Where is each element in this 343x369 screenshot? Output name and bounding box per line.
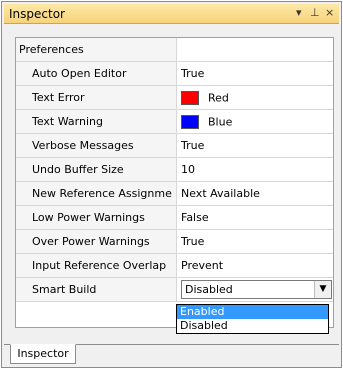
property-value[interactable]: True: [177, 230, 333, 253]
property-row-undo-buffer-size[interactable]: Undo Buffer Size 10: [16, 158, 333, 182]
color-swatch-blue: [181, 115, 199, 129]
color-label: Blue: [208, 115, 233, 129]
property-name: Verbose Messages: [16, 134, 177, 157]
property-value[interactable]: False: [177, 206, 333, 229]
property-row-input-reference-overlap[interactable]: Input Reference Overlap Prevent: [16, 254, 333, 278]
property-name: Smart Build: [16, 278, 177, 301]
color-swatch-red: [181, 91, 199, 105]
property-grid: Preferences Auto Open Editor True Text E…: [15, 37, 334, 328]
pin-icon[interactable]: ⊥: [310, 6, 320, 20]
chevron-down-icon[interactable]: ▼: [314, 281, 331, 298]
category-label: Preferences: [16, 38, 177, 61]
property-name: New Reference Assignme: [16, 182, 177, 205]
category-row-preferences[interactable]: Preferences: [16, 38, 333, 62]
tab-strip: Inspector: [4, 344, 339, 366]
property-row-text-error[interactable]: Text Error Red: [16, 86, 333, 110]
property-name: Undo Buffer Size: [16, 158, 177, 181]
smart-build-dropdown-list: Enabled Disabled: [176, 304, 329, 334]
property-name: Input Reference Overlap: [16, 254, 177, 277]
dropdown-option-disabled[interactable]: Disabled: [177, 319, 328, 333]
category-value: [177, 38, 333, 61]
dropdown-arrow-icon[interactable]: ▾: [296, 6, 302, 20]
property-value[interactable]: Next Available: [177, 182, 333, 205]
property-value-color[interactable]: Blue: [177, 110, 333, 133]
combo-selected-value: Disabled: [185, 283, 233, 296]
close-icon[interactable]: ×: [325, 6, 334, 20]
smart-build-combo[interactable]: Disabled ▼: [181, 280, 332, 299]
property-name: Text Warning: [16, 110, 177, 133]
tab-inspector[interactable]: Inspector: [10, 344, 76, 364]
property-value[interactable]: True: [177, 62, 333, 85]
property-row-new-reference-assignment[interactable]: New Reference Assignme Next Available: [16, 182, 333, 206]
dropdown-option-enabled[interactable]: Enabled: [177, 305, 328, 319]
panel-title: Inspector: [9, 7, 65, 21]
property-row-over-power-warnings[interactable]: Over Power Warnings True: [16, 230, 333, 254]
property-row-verbose-messages[interactable]: Verbose Messages True: [16, 134, 333, 158]
property-name: Text Error: [16, 86, 177, 109]
property-row-low-power-warnings[interactable]: Low Power Warnings False: [16, 206, 333, 230]
property-value-color[interactable]: Red: [177, 86, 333, 109]
property-name: Auto Open Editor: [16, 62, 177, 85]
property-name: Low Power Warnings: [16, 206, 177, 229]
property-row-text-warning[interactable]: Text Warning Blue: [16, 110, 333, 134]
property-value[interactable]: True: [177, 134, 333, 157]
property-value[interactable]: 10: [177, 158, 333, 181]
property-name: Over Power Warnings: [16, 230, 177, 253]
property-grid-area: Preferences Auto Open Editor True Text E…: [4, 26, 339, 344]
property-row-smart-build[interactable]: Smart Build Disabled ▼: [16, 278, 333, 302]
color-label: Red: [208, 91, 229, 105]
inspector-titlebar: Inspector ▾ ⊥ ×: [4, 4, 339, 24]
property-value[interactable]: Prevent: [177, 254, 333, 277]
property-row-auto-open-editor[interactable]: Auto Open Editor True: [16, 62, 333, 86]
